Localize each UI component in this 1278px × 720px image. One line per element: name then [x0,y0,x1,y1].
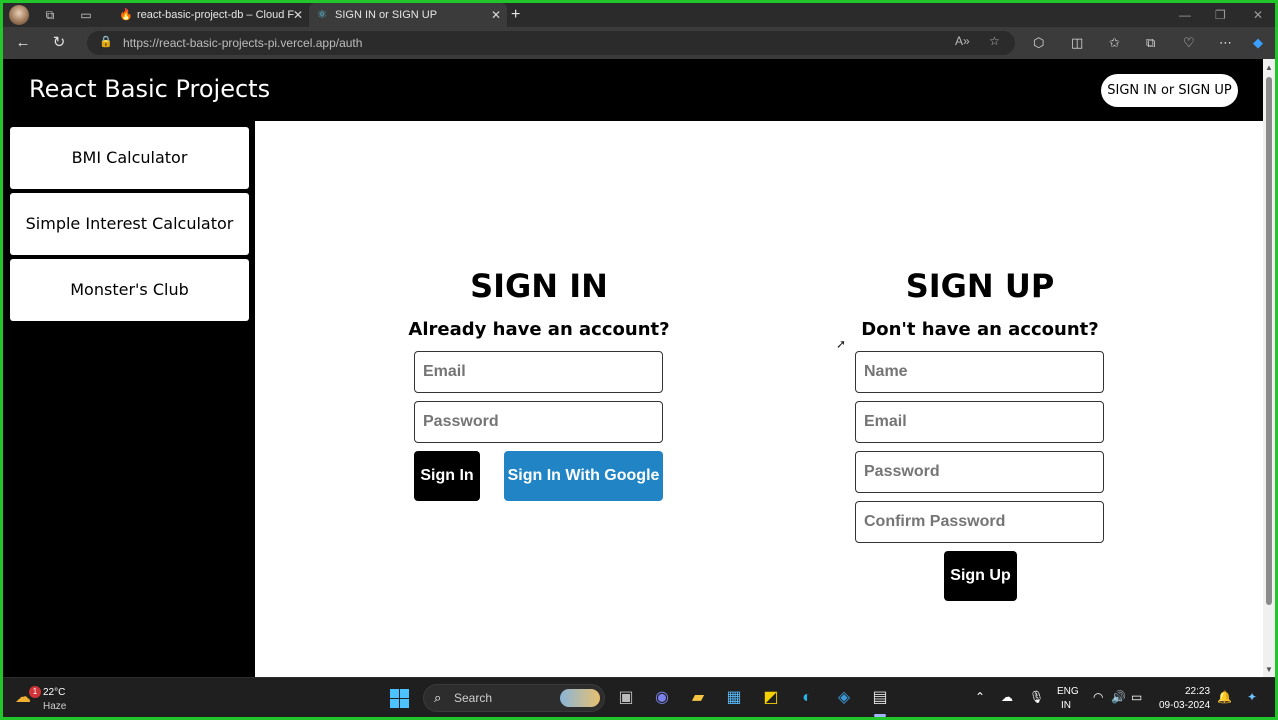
page-viewport: React Basic Projects SIGN IN or SIGN UP … [3,59,1275,677]
language-region[interactable]: IN [1061,700,1071,711]
signup-name-input[interactable]: Name [855,351,1104,393]
read-aloud-icon[interactable]: A» [955,34,970,48]
system-date[interactable]: 09-03-2024 [1159,700,1210,711]
signup-password-input[interactable]: Password [855,451,1104,493]
firebase-icon: 🔥 [119,9,133,21]
file-explorer-icon[interactable]: ▰ [687,687,709,709]
screen: ⧉ ▭ 🔥 react-basic-project-db – Cloud F ✕… [3,3,1275,717]
minimize-icon[interactable]: — [1179,3,1191,27]
show-hidden-icons-chevron-icon[interactable]: ⌃ [975,690,985,704]
windows-taskbar: ☁ 1 22°C Haze ⌕ Search ▣ ◉ ▰ ▦ ◩ ◐ ◈ ▤ ⌃… [3,677,1275,717]
tab-firebase[interactable]: 🔥 react-basic-project-db – Cloud F ✕ [111,3,309,27]
collections-icon[interactable]: ⧉ [1146,35,1155,51]
sign-up-button[interactable]: Sign Up [944,551,1017,601]
tab-actions-icon[interactable]: ▭ [77,6,95,24]
search-highlight-icon [560,689,600,707]
split-screen-icon[interactable]: ◫ [1071,35,1083,51]
browser-tab-strip: ⧉ ▭ 🔥 react-basic-project-db – Cloud F ✕… [3,3,1275,27]
new-tab-plus-icon[interactable]: + [511,3,520,27]
react-icon: ⚛ [317,9,327,21]
browser-essentials-icon[interactable]: ♡ [1183,35,1195,51]
signup-title: SIGN UP [905,267,1055,305]
back-arrow-icon[interactable]: ← [13,33,33,53]
signup-subtitle: Don't have an account? [861,319,1099,340]
edge-browser-icon[interactable]: ◐ [796,687,818,709]
workspaces-icon[interactable]: ⧉ [41,6,59,24]
extensions-icon[interactable]: ⬡ [1033,35,1044,51]
browser-toolbar: ← ↻ 🔒 https://react-basic-projects-pi.ve… [3,27,1275,59]
copilot-icon[interactable]: ◆ [1253,35,1263,51]
mouse-cursor-icon: ➚ [836,337,847,351]
tab-title: react-basic-project-db – Cloud F [137,9,295,21]
windows-start-icon[interactable] [390,689,409,708]
snipping-tool-icon[interactable]: ▤ [869,687,891,709]
volume-icon[interactable]: 🔊 [1111,690,1126,704]
weather-temperature[interactable]: 22°C [43,687,65,698]
app-header: React Basic Projects SIGN IN or SIGN UP [3,59,1263,121]
signin-email-input[interactable]: Email [414,351,663,393]
active-app-indicator [874,714,886,717]
favorites-icon[interactable]: ✩ [1109,35,1120,51]
onedrive-cloud-icon[interactable]: ☁ [1001,690,1013,704]
vscode-icon[interactable]: ◈ [833,687,855,709]
refresh-icon[interactable]: ↻ [49,33,69,53]
lock-icon[interactable]: 🔒 [99,35,113,48]
scroll-down-icon[interactable]: ▼ [1265,665,1273,674]
notifications-bell-icon[interactable]: 🔔 [1217,690,1232,704]
tab-auth[interactable]: ⚛ SIGN IN or SIGN UP ✕ [309,3,507,27]
system-clock[interactable]: 22:23 [1185,686,1210,697]
profile-avatar[interactable] [9,5,29,25]
signup-confirm-password-input[interactable]: Confirm Password [855,501,1104,543]
close-tab-icon[interactable]: ✕ [293,3,303,27]
scroll-up-icon[interactable]: ▲ [1265,63,1273,72]
restore-icon[interactable]: ❐ [1215,3,1226,27]
signin-title: SIGN IN [470,267,608,305]
address-bar[interactable]: 🔒 https://react-basic-projects-pi.vercel… [87,31,1015,55]
more-menu-icon[interactable]: ⋯ [1219,35,1232,51]
signup-email-input[interactable]: Email [855,401,1104,443]
microphone-icon[interactable]: 🎙 [1029,690,1044,704]
scrollbar-thumb[interactable] [1266,77,1272,605]
sidebar-item-bmi-calculator[interactable]: BMI Calculator [10,127,249,189]
page-scrollbar[interactable]: ▲ ▼ [1263,59,1275,677]
sidebar: BMI Calculator Simple Interest Calculato… [3,121,255,677]
wifi-icon[interactable]: ◠ [1093,690,1103,704]
sign-in-with-google-button[interactable]: Sign In With Google [504,451,663,501]
signin-password-input[interactable]: Password [414,401,663,443]
battery-icon[interactable]: ▭ [1131,690,1142,704]
task-view-icon[interactable]: ▣ [615,687,637,709]
sidebar-item-simple-interest-calculator[interactable]: Simple Interest Calculator [10,193,249,255]
signin-subtitle: Already have an account? [408,319,670,340]
favorite-star-icon[interactable]: ☆ [989,34,1000,48]
sign-in-or-sign-up-button[interactable]: SIGN IN or SIGN UP [1101,74,1238,107]
microsoft-store-icon[interactable]: ▦ [723,687,745,709]
search-icon: ⌕ [434,690,442,705]
taskbar-search-label: Search [454,691,493,705]
close-window-icon[interactable]: ✕ [1253,3,1263,27]
weather-description[interactable]: Haze [43,701,66,712]
language-indicator[interactable]: ENG [1057,686,1079,697]
sticky-notes-icon[interactable]: ◩ [760,687,782,709]
sign-in-button[interactable]: Sign In [414,451,480,501]
teams-chat-icon[interactable]: ◉ [651,687,673,709]
url-text: https://react-basic-projects-pi.vercel.a… [123,36,363,50]
sidebar-item-monsters-club[interactable]: Monster's Club [10,259,249,321]
notification-badge: 1 [29,686,41,698]
tab-title: SIGN IN or SIGN UP [335,9,438,21]
taskbar-search-box[interactable]: ⌕ Search [423,684,605,712]
copilot-taskbar-icon[interactable]: ✦ [1247,690,1257,704]
app-title[interactable]: React Basic Projects [29,75,270,103]
close-tab-icon[interactable]: ✕ [491,3,501,27]
